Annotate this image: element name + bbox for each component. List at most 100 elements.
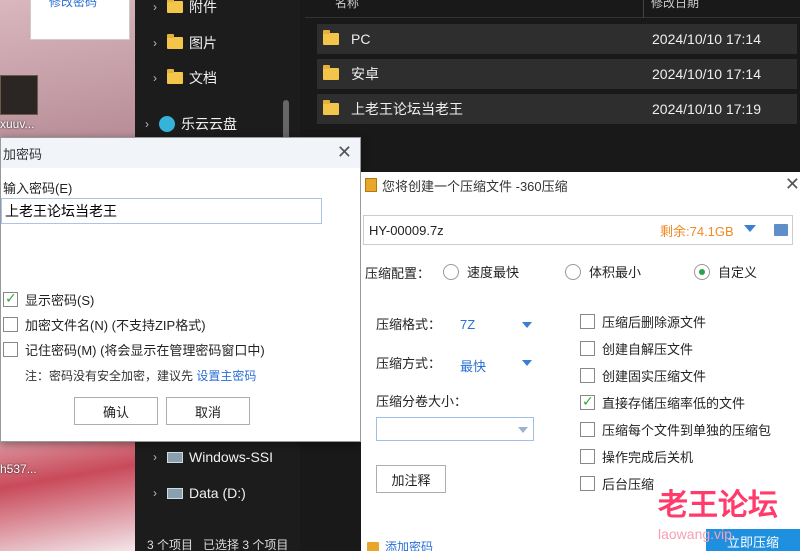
- chevron-down-icon[interactable]: [518, 427, 528, 433]
- chevron-right-icon[interactable]: ›: [143, 486, 167, 500]
- chevron-down-icon[interactable]: [522, 322, 532, 328]
- dialog-titlebar: 您将创建一个压缩文件 -360压缩 ✕: [361, 172, 800, 198]
- chevron-right-icon[interactable]: ›: [143, 450, 167, 464]
- show-password-option[interactable]: 显示密码(S): [3, 290, 94, 309]
- nav-item-documents[interactable]: › 文档: [143, 65, 217, 91]
- desktop-label: h537...: [0, 462, 37, 476]
- method-label: 压缩方式：: [376, 356, 442, 371]
- checkbox-label: 直接存储压缩率低的文件: [602, 396, 746, 411]
- background-compress-option[interactable]: 后台压缩: [580, 474, 654, 493]
- split-size-select[interactable]: [376, 417, 534, 441]
- desktop-label: xuuv...: [0, 117, 35, 131]
- checkbox[interactable]: [580, 422, 595, 437]
- dialog-title: 您将创建一个压缩文件 -360压缩: [382, 178, 568, 194]
- watermark-text: 老王论坛: [658, 489, 778, 522]
- chevron-right-icon[interactable]: ›: [143, 36, 167, 50]
- radio-button[interactable]: [694, 263, 710, 280]
- nav-item-cloud[interactable]: › 乐云云盘: [135, 111, 237, 137]
- store-low-ratio-option[interactable]: 直接存储压缩率低的文件: [580, 393, 745, 412]
- column-header: 名称 修改日期: [305, 0, 800, 18]
- checkbox-label: 创建固实压缩文件: [602, 369, 707, 384]
- shutdown-option[interactable]: 操作完成后关机: [580, 447, 693, 466]
- security-note: 注：密码没有安全加密，建议先 设置主密码: [25, 367, 256, 384]
- checkbox-label: 加密文件名(N) (不支持ZIP格式): [25, 318, 206, 333]
- nav-item-label: 附件: [189, 0, 217, 15]
- separate-archives-option[interactable]: 压缩每个文件到单独的压缩包: [580, 420, 771, 439]
- free-space: 剩余:74.1GB: [660, 223, 734, 239]
- checkbox[interactable]: [580, 368, 595, 383]
- file-row[interactable]: 安卓 2024/10/10 17:14: [317, 59, 797, 89]
- watermark-url: laowang.vip: [658, 526, 732, 542]
- radio-button[interactable]: [443, 263, 459, 280]
- chevron-right-icon[interactable]: ›: [143, 0, 167, 14]
- chevron-right-icon[interactable]: ›: [135, 117, 159, 131]
- delete-source-option[interactable]: 压缩后删除源文件: [580, 312, 706, 331]
- nav-item-pictures[interactable]: › 图片: [143, 30, 217, 56]
- checkbox[interactable]: [580, 449, 595, 464]
- encrypt-filenames-option[interactable]: 加密文件名(N) (不支持ZIP格式): [3, 315, 206, 334]
- show-password-checkbox[interactable]: [3, 290, 18, 307]
- add-password-link[interactable]: 添加密码: [367, 538, 433, 551]
- radio-label: 体积最小: [589, 265, 642, 280]
- add-comment-button[interactable]: 加注释: [376, 465, 446, 493]
- nav-item-label: 乐云云盘: [181, 116, 237, 132]
- archive-path-field[interactable]: HY-00009.7z 剩余:74.1GB: [363, 215, 793, 245]
- archive-app-icon: [365, 178, 377, 192]
- checkbox[interactable]: [580, 393, 595, 410]
- status-bar: 3 个项目 已选择 3 个项目: [135, 536, 365, 551]
- nav-item-windows-drive[interactable]: › Windows-SSI: [143, 444, 273, 470]
- radio-button[interactable]: [565, 263, 581, 280]
- self-extract-option[interactable]: 创建自解压文件: [580, 339, 693, 358]
- file-name: PC: [351, 31, 371, 47]
- preset-fastest[interactable]: 速度最快: [443, 262, 519, 281]
- folder-icon: [167, 0, 183, 13]
- radio-label: 自定义: [718, 265, 758, 280]
- checkbox-label: 记住密码(M) (将会显示在管理密码窗口中): [25, 343, 265, 358]
- password-input[interactable]: [1, 198, 322, 224]
- nav-item-attachments[interactable]: › 附件: [143, 0, 217, 20]
- method-select[interactable]: 最快: [460, 356, 486, 375]
- preset-custom[interactable]: 自定义: [694, 262, 757, 281]
- nav-item-data-drive[interactable]: › Data (D:): [143, 480, 246, 506]
- nav-item-label: Windows-SSI: [189, 449, 274, 465]
- file-row[interactable]: PC 2024/10/10 17:14: [317, 24, 797, 54]
- set-master-password-link[interactable]: 设置主密码: [196, 369, 256, 383]
- encrypt-filenames-checkbox[interactable]: [3, 317, 18, 332]
- change-password-link[interactable]: 修改密码: [49, 0, 97, 10]
- dropdown-arrow-icon[interactable]: [744, 225, 756, 232]
- nav-item-label: 文档: [189, 70, 217, 86]
- format-label: 压缩格式：: [376, 317, 442, 332]
- solid-archive-option[interactable]: 创建固实压缩文件: [580, 366, 706, 385]
- file-name: 上老王论坛当老王: [351, 101, 463, 117]
- chevron-down-icon[interactable]: [522, 360, 532, 366]
- remember-password-option[interactable]: 记住密码(M) (将会显示在管理密码窗口中): [3, 340, 265, 359]
- preset-smallest[interactable]: 体积最小: [565, 262, 641, 281]
- config-label: 压缩配置：: [365, 266, 431, 281]
- close-icon[interactable]: ✕: [337, 142, 352, 163]
- selected-count: 已选择 3 个项目: [203, 538, 289, 551]
- checkbox[interactable]: [580, 476, 595, 491]
- file-date: 2024/10/10 17:14: [652, 66, 761, 82]
- remember-password-checkbox[interactable]: [3, 342, 18, 357]
- password-dialog: 加密码 ✕ 输入密码(E) 显示密码(S) 加密文件名(N) (不支持ZIP格式…: [0, 137, 361, 442]
- close-icon[interactable]: ✕: [785, 174, 800, 195]
- drive-icon: [167, 487, 183, 499]
- column-date[interactable]: 修改日期: [651, 0, 699, 11]
- column-name[interactable]: 名称: [335, 0, 359, 11]
- checkbox-label: 操作完成后关机: [602, 450, 694, 465]
- nav-scrollbar[interactable]: [283, 100, 289, 140]
- ok-button[interactable]: 确认: [74, 397, 158, 425]
- chevron-right-icon[interactable]: ›: [143, 71, 167, 85]
- folder-icon: [323, 100, 339, 115]
- radio-label: 速度最快: [467, 265, 520, 280]
- file-row[interactable]: 上老王论坛当老王 2024/10/10 17:19: [317, 94, 797, 124]
- format-select[interactable]: 7Z: [460, 317, 475, 332]
- archive-filename[interactable]: HY-00009.7z: [369, 223, 444, 238]
- checkbox-label: 压缩后删除源文件: [602, 315, 707, 330]
- cancel-button[interactable]: 取消: [166, 397, 250, 425]
- checkbox[interactable]: [580, 341, 595, 356]
- checkbox[interactable]: [580, 314, 595, 329]
- column-divider[interactable]: [643, 0, 644, 18]
- password-label: 输入密码(E): [3, 181, 73, 196]
- browse-folder-icon[interactable]: [774, 224, 788, 236]
